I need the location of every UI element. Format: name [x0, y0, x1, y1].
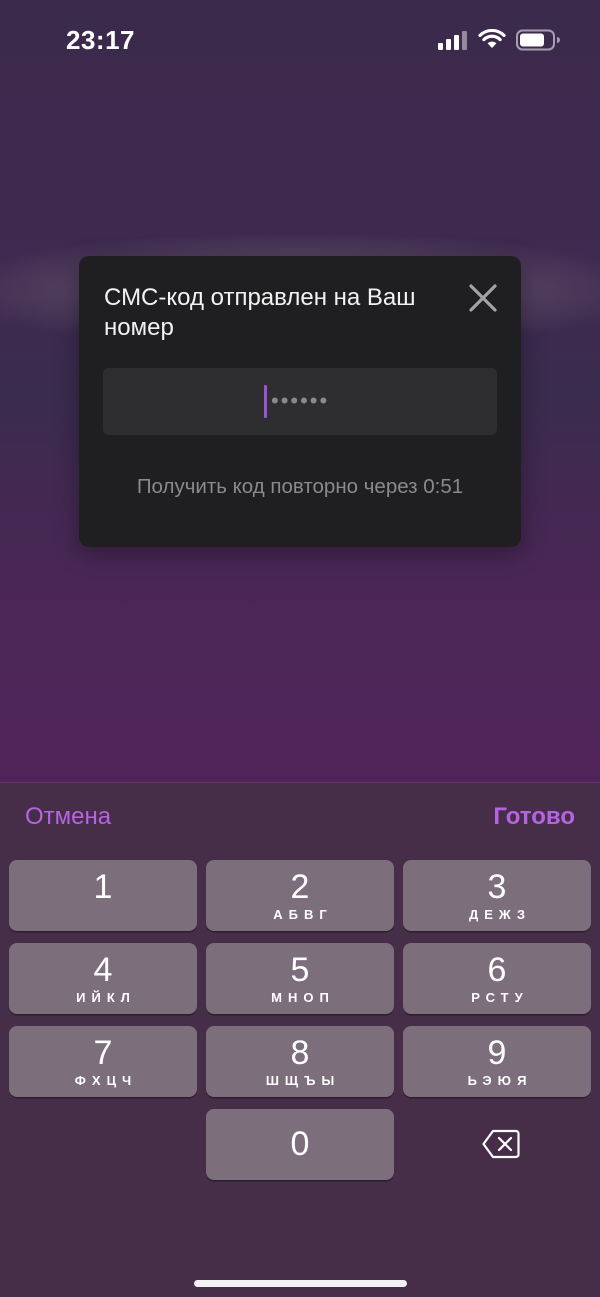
key-letters: ЬЭЮЯ	[467, 1073, 533, 1088]
key-digit: 2	[290, 868, 310, 906]
key-1[interactable]: 1	[9, 860, 197, 931]
sms-code-dialog: СМС-код отправлен на Ваш номер •••••• По…	[79, 256, 521, 547]
key-digit: 3	[487, 868, 507, 906]
key-letters: МНОП	[271, 990, 335, 1005]
status-bar: 23:17	[0, 0, 600, 80]
key-digit: 0	[290, 1125, 310, 1163]
key-digit: 4	[93, 951, 113, 989]
key-letters: АБВГ	[273, 907, 333, 922]
text-caret	[264, 385, 267, 418]
key-letters: ДЕЖЗ	[469, 907, 531, 922]
backspace-button[interactable]	[403, 1109, 591, 1180]
battery-icon	[516, 29, 560, 51]
key-9[interactable]: 9 ЬЭЮЯ	[403, 1026, 591, 1097]
key-letters: ШЩЪЫ	[265, 1073, 341, 1088]
sms-code-input[interactable]: ••••••	[103, 368, 497, 435]
key-7[interactable]: 7 ФХЦЧ	[9, 1026, 197, 1097]
close-button[interactable]	[465, 280, 501, 316]
resend-countdown: Получить код повторно через 0:51	[136, 475, 464, 498]
key-digit: 5	[290, 951, 310, 989]
key-digit: 7	[93, 1034, 113, 1072]
key-letters: ИЙКЛ	[76, 990, 136, 1005]
backspace-icon	[482, 1129, 520, 1159]
key-digit: 9	[487, 1034, 507, 1072]
numeric-keyboard: Отмена Готово 1 2 АБВГ 3 ДЕЖЗ 4 ИЙКЛ 5 М…	[0, 782, 600, 1297]
key-digit: 6	[487, 951, 507, 989]
close-icon	[469, 284, 497, 312]
status-time: 23:17	[66, 25, 135, 55]
key-digit: 8	[290, 1034, 310, 1072]
done-button[interactable]: Готово	[493, 803, 575, 831]
key-letters: ФХЦЧ	[74, 1073, 138, 1088]
screen: 23:17 СМС-код отправлен на Ваш номер •••…	[0, 0, 600, 1297]
key-8[interactable]: 8 ШЩЪЫ	[206, 1026, 394, 1097]
key-0[interactable]: 0	[206, 1109, 394, 1180]
signal-icon	[438, 31, 467, 50]
key-5[interactable]: 5 МНОП	[206, 943, 394, 1014]
key-6[interactable]: 6 РСТУ	[403, 943, 591, 1014]
dialog-title: СМС-код отправлен на Ваш номер	[104, 284, 416, 341]
key-2[interactable]: 2 АБВГ	[206, 860, 394, 931]
code-placeholder: ••••••	[271, 388, 330, 413]
wifi-icon	[478, 28, 506, 48]
key-3[interactable]: 3 ДЕЖЗ	[403, 860, 591, 931]
key-digit: 1	[93, 868, 113, 906]
home-indicator[interactable]	[194, 1280, 407, 1287]
cancel-button[interactable]: Отмена	[25, 803, 111, 831]
key-letters: РСТУ	[471, 990, 529, 1005]
key-4[interactable]: 4 ИЙКЛ	[9, 943, 197, 1014]
